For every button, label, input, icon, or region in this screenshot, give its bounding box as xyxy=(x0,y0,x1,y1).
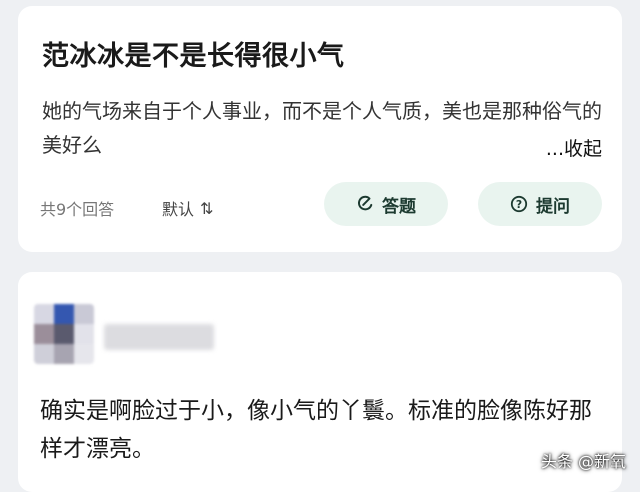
edit-icon xyxy=(358,195,373,211)
answer-text: 确实是啊脸过于小，像小气的丫鬟。标准的脸像陈好那样才漂亮。 xyxy=(40,398,592,462)
sort-selector[interactable]: 默认 ⇅ xyxy=(162,196,213,220)
sort-icon: ⇅ xyxy=(200,198,214,218)
question-card: 范冰冰是不是长得很小气 她的气场来自于个人事业，而不是个人气质，美也是那种俗气的… xyxy=(18,6,622,252)
collapse-link[interactable]: ...收起 xyxy=(546,134,602,161)
answer-button[interactable]: 答题 xyxy=(324,182,448,226)
watermark: 头条 @新氧 xyxy=(540,452,626,471)
author-name-blurred[interactable] xyxy=(104,324,214,350)
ask-button[interactable]: ? 提问 xyxy=(478,182,602,226)
svg-text:?: ? xyxy=(516,198,522,211)
avatar[interactable] xyxy=(34,304,94,364)
answer-count: 共9个回答 xyxy=(40,200,115,219)
answer-button-label: 答题 xyxy=(382,196,416,217)
question-icon: ? xyxy=(510,195,528,213)
sort-label: 默认 xyxy=(162,200,195,219)
question-title[interactable]: 范冰冰是不是长得很小气 xyxy=(42,34,345,73)
question-description: 她的气场来自于个人事业，而不是个人气质，美也是那种俗气的美好么 xyxy=(42,99,602,157)
ask-button-label: 提问 xyxy=(536,196,570,217)
